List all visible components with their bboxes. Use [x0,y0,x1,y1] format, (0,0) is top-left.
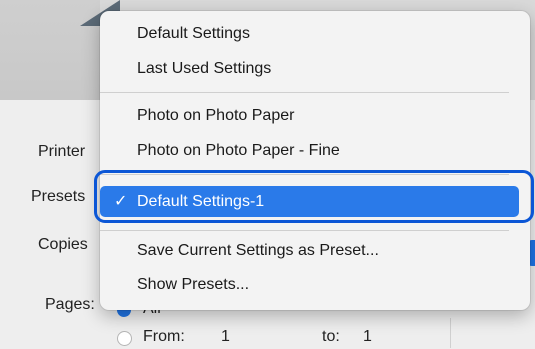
printer-label: Printer [38,143,86,160]
pages-from-label: From: [143,328,185,345]
menu-separator [100,230,509,231]
pages-from-radio[interactable] [117,331,132,346]
copies-label: Copies [38,236,88,253]
menu-item-save-current-settings[interactable]: Save Current Settings as Preset... [137,239,379,263]
menu-item-photo-on-photo-paper-fine[interactable]: Photo on Photo Paper - Fine [137,139,340,163]
presets-label: Presets [31,188,86,205]
pages-from-field[interactable]: 1 [221,328,230,346]
menu-item-last-used-settings[interactable]: Last Used Settings [137,57,271,81]
pages-to-field[interactable]: 1 [363,328,372,346]
menu-separator [100,92,509,93]
highlight-annotation-ring [94,170,534,223]
field-divider [450,318,451,348]
toolbar-left-area [0,0,100,100]
menu-item-photo-on-photo-paper[interactable]: Photo on Photo Paper [137,104,294,128]
presets-popup-menu: Default Settings Last Used Settings Phot… [100,11,530,310]
pages-to-label: to: [322,328,340,345]
menu-item-show-presets[interactable]: Show Presets... [137,273,249,297]
pages-label: Pages: [45,296,95,313]
menu-item-default-settings[interactable]: Default Settings [137,22,250,46]
